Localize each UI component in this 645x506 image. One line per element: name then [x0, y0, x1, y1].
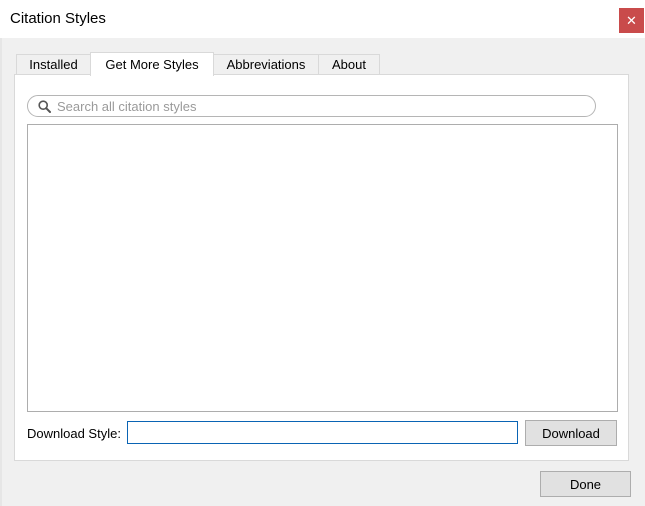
close-icon: ✕ [626, 12, 637, 28]
tab-installed[interactable]: Installed [16, 54, 91, 74]
window-title: Citation Styles [10, 10, 106, 27]
window-edge [0, 38, 2, 506]
tab-about[interactable]: About [318, 54, 380, 74]
styles-results-list[interactable] [27, 124, 618, 412]
tab-label: Installed [29, 57, 78, 72]
tab-abbreviations[interactable]: Abbreviations [213, 54, 319, 74]
tab-get-more-styles[interactable]: Get More Styles [90, 52, 214, 76]
get-more-styles-panel: Download Style: Download [14, 74, 629, 461]
tab-label: Get More Styles [105, 57, 199, 72]
download-button[interactable]: Download [525, 420, 617, 446]
tab-label: About [332, 57, 366, 72]
search-input[interactable] [57, 98, 577, 114]
close-button[interactable]: ✕ [619, 8, 644, 33]
download-style-label: Download Style: [27, 426, 121, 441]
done-button[interactable]: Done [540, 471, 631, 497]
search-box[interactable] [27, 95, 596, 117]
citation-styles-dialog: Citation Styles ✕ Installed Get More Sty… [0, 0, 645, 506]
search-icon [37, 99, 51, 113]
download-style-input[interactable] [127, 421, 518, 444]
title-bar: Citation Styles ✕ [0, 0, 645, 38]
tab-label: Abbreviations [226, 57, 306, 72]
